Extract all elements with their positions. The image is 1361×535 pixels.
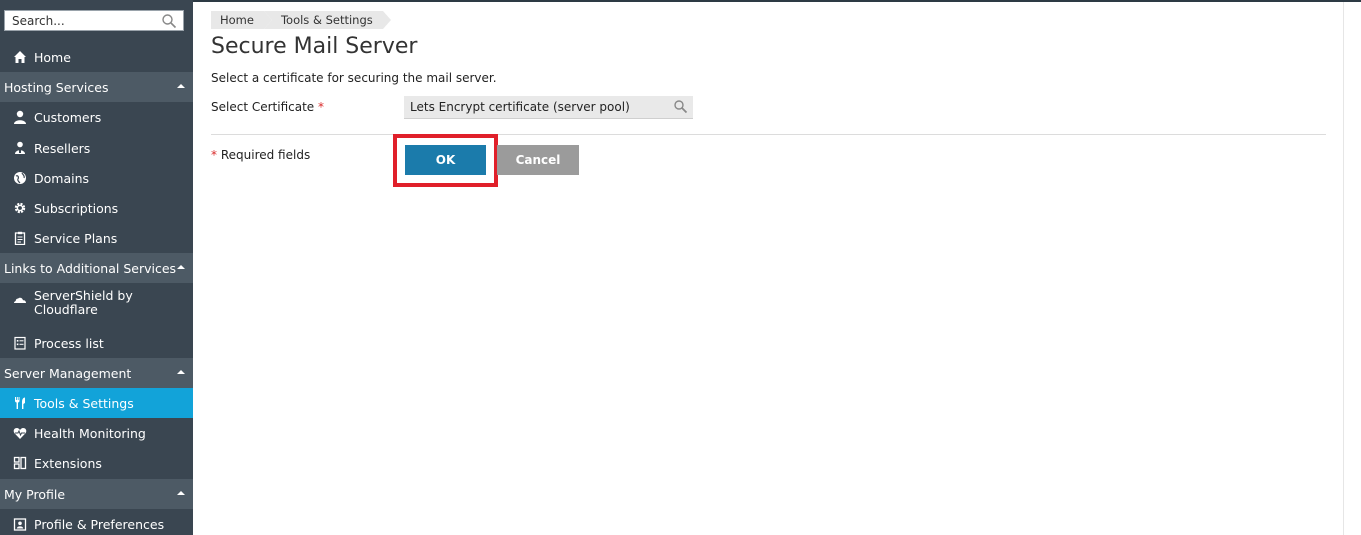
- sidebar-item-label: Extensions: [34, 455, 102, 471]
- section-label: Server Management: [4, 365, 132, 381]
- certificate-label: Select Certificate *: [211, 100, 324, 114]
- sidebar-item-label: Tools & Settings: [34, 395, 134, 411]
- sidebar-item-label: Process list: [34, 335, 104, 351]
- required-star: *: [211, 148, 217, 162]
- content-right-border: [1343, 2, 1344, 535]
- section-links-to-additional-services[interactable]: Links to Additional Services: [0, 253, 193, 283]
- sidebar-item-label: Resellers: [34, 140, 91, 156]
- required-fields-text: Required fields: [220, 148, 311, 162]
- section-server-management[interactable]: Server Management: [0, 358, 193, 388]
- sidebar-item-label: Home: [34, 49, 71, 65]
- gear-icon: [12, 200, 28, 216]
- page-title: Secure Mail Server: [211, 34, 418, 59]
- sidebar-item-tools-settings[interactable]: Tools & Settings: [0, 388, 193, 418]
- certificate-select[interactable]: Lets Encrypt certificate (server pool): [404, 96, 693, 119]
- section-my-profile[interactable]: My Profile: [0, 479, 193, 509]
- breadcrumb: Home Tools & Settings: [211, 11, 391, 29]
- page-hint: Select a certificate for securing the ma…: [211, 71, 497, 85]
- sidebar-item-resellers[interactable]: Resellers: [0, 133, 193, 163]
- servershield-label: ServerShield by Cloudflare: [34, 289, 133, 317]
- servershield-label-line1: ServerShield by: [34, 288, 133, 303]
- heart-pulse-icon: [12, 425, 28, 441]
- sidebar-item-subscriptions[interactable]: Subscriptions: [0, 193, 193, 223]
- search-box[interactable]: [4, 10, 184, 31]
- sidebar-item-health-monitoring[interactable]: Health Monitoring: [0, 418, 193, 448]
- sidebar-item-profile-preferences[interactable]: Profile & Preferences: [0, 509, 193, 535]
- servershield-label-line2: Cloudflare: [34, 302, 98, 317]
- certificate-select-value: Lets Encrypt certificate (server pool): [410, 100, 630, 114]
- cancel-button[interactable]: Cancel: [497, 145, 579, 175]
- tools-icon: [12, 395, 28, 411]
- sidebar-item-label: Customers: [34, 109, 102, 125]
- required-star: *: [318, 100, 324, 114]
- top-border: [193, 0, 1361, 2]
- breadcrumb-home[interactable]: Home: [211, 11, 272, 29]
- process-list-icon: [12, 335, 28, 351]
- section-label: Links to Additional Services: [4, 260, 177, 276]
- breadcrumb-tools-settings[interactable]: Tools & Settings: [263, 11, 391, 29]
- certificate-label-text: Select Certificate: [211, 100, 315, 114]
- sidebar: Home Hosting Services Customers Reseller…: [0, 0, 193, 535]
- sidebar-item-process-list[interactable]: Process list: [0, 328, 193, 358]
- clipboard-icon: [12, 230, 28, 246]
- sidebar-item-label: Service Plans: [34, 230, 118, 246]
- sidebar-item-extensions[interactable]: Extensions: [0, 448, 193, 478]
- ok-button[interactable]: OK: [405, 145, 486, 175]
- extensions-icon: [12, 455, 28, 471]
- sidebar-item-label: Domains: [34, 170, 90, 186]
- search-input[interactable]: [5, 11, 152, 30]
- search-icon[interactable]: [673, 99, 688, 114]
- required-fields-note: * Required fields: [211, 148, 310, 162]
- sidebar-item-servershield[interactable]: ServerShield by Cloudflare: [0, 283, 193, 325]
- section-hosting-services[interactable]: Hosting Services: [0, 72, 193, 102]
- section-label: Hosting Services: [4, 79, 109, 95]
- sidebar-item-label: Profile & Preferences: [34, 516, 165, 532]
- collapse-caret-icon[interactable]: [177, 265, 185, 269]
- cloud-icon: [12, 291, 28, 307]
- collapse-caret-icon[interactable]: [177, 84, 185, 88]
- search-icon[interactable]: [161, 13, 177, 29]
- sidebar-item-label: Health Monitoring: [34, 425, 146, 441]
- collapse-caret-icon[interactable]: [177, 370, 185, 374]
- sidebar-item-label: Subscriptions: [34, 200, 119, 216]
- form-divider: [211, 134, 1326, 135]
- collapse-caret-icon[interactable]: [177, 491, 185, 495]
- profile-card-icon: [12, 516, 28, 532]
- sidebar-item-customers[interactable]: Customers: [0, 102, 193, 132]
- globe-icon: [12, 170, 28, 186]
- user-icon: [12, 109, 28, 125]
- reseller-icon: [12, 140, 28, 156]
- section-label: My Profile: [4, 486, 66, 502]
- sidebar-item-domains[interactable]: Domains: [0, 163, 193, 193]
- home-icon: [12, 49, 28, 65]
- sidebar-item-service-plans[interactable]: Service Plans: [0, 223, 193, 253]
- sidebar-item-home[interactable]: Home: [0, 42, 193, 72]
